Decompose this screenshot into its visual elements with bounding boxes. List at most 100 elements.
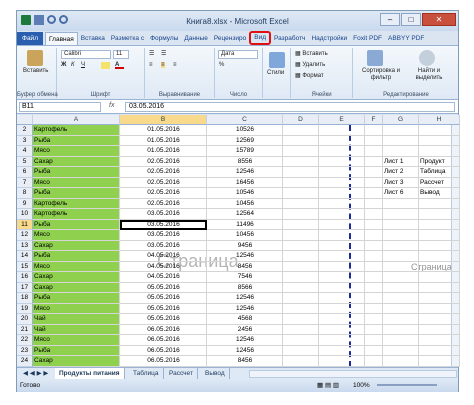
cell-g19[interactable] <box>383 303 419 314</box>
cell-g16[interactable] <box>383 272 419 283</box>
column-header-e[interactable]: E <box>319 115 365 125</box>
cell-b17[interactable]: 05.05.2016 <box>120 282 207 293</box>
cell-a12[interactable]: Мясо <box>33 230 120 241</box>
cell-c23[interactable]: 12456 <box>207 345 283 356</box>
align-middle-icon[interactable]: ☰ <box>161 50 166 57</box>
cell-f7[interactable] <box>365 177 383 188</box>
row-header[interactable]: 12 <box>17 230 33 241</box>
cell-a20[interactable]: Чай <box>33 314 120 325</box>
cell-d4[interactable] <box>283 146 319 157</box>
cell-b13[interactable]: 03.05.2016 <box>120 240 207 251</box>
cell-a9[interactable]: Картофель <box>33 198 120 209</box>
insert-function-icon[interactable]: fx <box>109 102 114 109</box>
cell-e9[interactable] <box>319 198 365 209</box>
column-header-d[interactable]: D <box>283 115 319 125</box>
cell-d22[interactable] <box>283 335 319 346</box>
align-right-icon[interactable]: ≡ <box>173 62 177 68</box>
page-view-icons[interactable]: ▦ ▤ ▥ <box>317 379 339 392</box>
cell-c12[interactable]: 10456 <box>207 230 283 241</box>
row-header[interactable]: 20 <box>17 314 33 325</box>
cell-g23[interactable] <box>383 345 419 356</box>
cell-b16[interactable]: 04.05.2016 <box>120 272 207 283</box>
name-box[interactable]: B11 <box>19 102 101 112</box>
cell-c13[interactable]: 9456 <box>207 240 283 251</box>
cell-g8[interactable]: Лист 6 <box>383 188 419 199</box>
format-cells-button[interactable]: ▦ Формат <box>295 72 324 79</box>
cell-c21[interactable]: 2456 <box>207 324 283 335</box>
row-header[interactable]: 19 <box>17 303 33 314</box>
cell-h19[interactable] <box>419 303 460 314</box>
cell-c14[interactable]: 12546 <box>207 251 283 262</box>
cell-e18[interactable] <box>319 293 365 304</box>
cell-d24[interactable] <box>283 356 319 367</box>
cell-g10[interactable] <box>383 209 419 220</box>
column-header-c[interactable]: C <box>207 115 283 125</box>
cell-c9[interactable]: 10456 <box>207 198 283 209</box>
row-header[interactable]: 9 <box>17 198 33 209</box>
cell-f5[interactable] <box>365 156 383 167</box>
tab-review[interactable]: Рецензиро <box>211 32 249 45</box>
sheet-nav-arrows[interactable]: ◀ ◀ ▶ ▶ <box>19 368 52 379</box>
bold-button[interactable]: Ж <box>61 62 66 68</box>
cell-g11[interactable] <box>383 219 419 230</box>
cell-g12[interactable] <box>383 230 419 241</box>
cell-b4[interactable]: 01.05.2016 <box>120 146 207 157</box>
select-all-corner[interactable] <box>17 115 33 125</box>
column-header-a[interactable]: A <box>33 115 120 125</box>
cell-f21[interactable] <box>365 324 383 335</box>
cell-d13[interactable] <box>283 240 319 251</box>
cell-d15[interactable] <box>283 261 319 272</box>
cell-d8[interactable] <box>283 188 319 199</box>
cell-d16[interactable] <box>283 272 319 283</box>
paste-button[interactable]: Вставить <box>23 68 48 74</box>
cell-e23[interactable] <box>319 345 365 356</box>
align-left-icon[interactable]: ≡ <box>149 62 153 68</box>
cell-h12[interactable] <box>419 230 460 241</box>
cell-a23[interactable]: Рыба <box>33 345 120 356</box>
cell-f20[interactable] <box>365 314 383 325</box>
horizontal-scrollbar[interactable] <box>249 370 457 378</box>
cell-g22[interactable] <box>383 335 419 346</box>
row-header[interactable]: 13 <box>17 240 33 251</box>
cell-a21[interactable]: Чай <box>33 324 120 335</box>
cell-h23[interactable] <box>419 345 460 356</box>
cell-f11[interactable] <box>365 219 383 230</box>
cell-f8[interactable] <box>365 188 383 199</box>
cell-g15[interactable] <box>383 261 419 272</box>
worksheet-grid[interactable]: Страница Страница 2 A B C D E F G H 2 Картофель 01… <box>17 115 460 367</box>
find-select-button[interactable]: Найти и выделить <box>407 68 451 82</box>
cell-h2[interactable] <box>419 125 460 136</box>
cell-f13[interactable] <box>365 240 383 251</box>
cell-e8[interactable] <box>319 188 365 199</box>
cell-a7[interactable]: Мясо <box>33 177 120 188</box>
cell-e13[interactable] <box>319 240 365 251</box>
cell-d18[interactable] <box>283 293 319 304</box>
cell-g14[interactable] <box>383 251 419 262</box>
row-header[interactable]: 5 <box>17 156 33 167</box>
cell-c2[interactable]: 10526 <box>207 125 283 136</box>
cell-a24[interactable]: Сахар <box>33 356 120 367</box>
cell-b6[interactable]: 02.05.2016 <box>120 167 207 178</box>
cell-a6[interactable]: Рыба <box>33 167 120 178</box>
cell-c16[interactable]: 7546 <box>207 272 283 283</box>
row-header[interactable]: 24 <box>17 356 33 367</box>
cell-e4[interactable] <box>319 146 365 157</box>
row-header[interactable]: 11 <box>17 219 33 230</box>
cell-f18[interactable] <box>365 293 383 304</box>
cell-h22[interactable] <box>419 335 460 346</box>
cell-f14[interactable] <box>365 251 383 262</box>
fill-color-icon[interactable] <box>101 62 110 69</box>
cell-f3[interactable] <box>365 135 383 146</box>
cell-b24[interactable]: 06.05.2016 <box>120 356 207 367</box>
cell-h16[interactable] <box>419 272 460 283</box>
cell-a4[interactable]: Мясо <box>33 146 120 157</box>
cell-e7[interactable] <box>319 177 365 188</box>
cell-e22[interactable] <box>319 335 365 346</box>
cell-d23[interactable] <box>283 345 319 356</box>
cell-d19[interactable] <box>283 303 319 314</box>
cell-g7[interactable]: Лист 3 <box>383 177 419 188</box>
formula-input[interactable]: 03.05.2016 <box>125 102 455 112</box>
row-header[interactable]: 4 <box>17 146 33 157</box>
cell-b10[interactable]: 03.05.2016 <box>120 209 207 220</box>
cell-f19[interactable] <box>365 303 383 314</box>
